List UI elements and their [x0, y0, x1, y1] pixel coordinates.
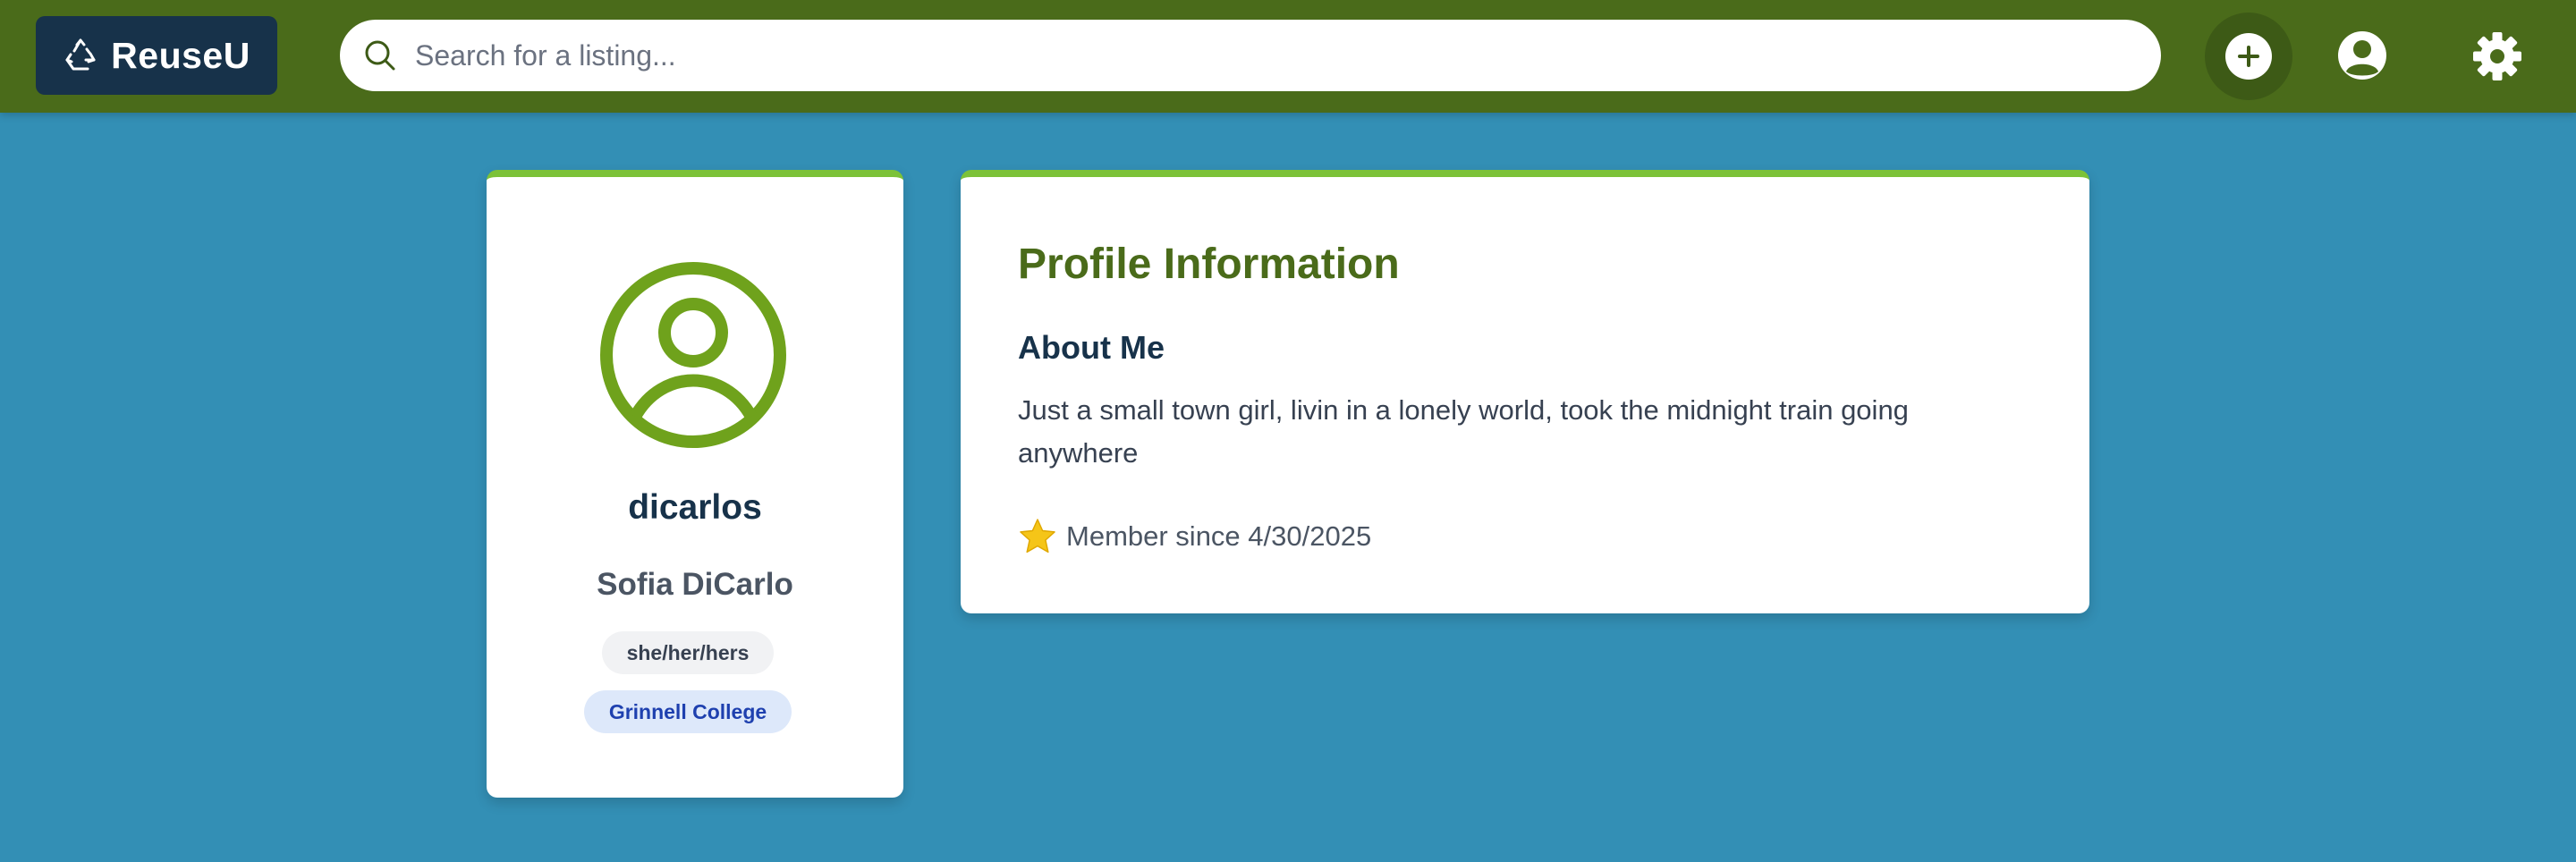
brand-name: ReuseU	[111, 34, 250, 76]
settings-button[interactable]	[2472, 31, 2522, 81]
search-input[interactable]	[413, 28, 2116, 83]
user-circle-icon	[600, 262, 786, 448]
star-icon	[1020, 519, 1055, 554]
profile-summary-card: dicarlos Sofia DiCarlo she/her/hers Grin…	[487, 170, 903, 798]
brand-logo-button[interactable]: ReuseU	[36, 16, 277, 95]
member-since-text: Member since 4/30/2025	[1066, 520, 1372, 552]
about-me-text: Just a small town girl, livin in a lonel…	[1018, 394, 1909, 469]
full-name: Sofia DiCarlo	[597, 567, 793, 602]
pronouns-badge: she/her/hers	[602, 631, 774, 674]
profile-button[interactable]	[2336, 30, 2388, 81]
about-me-heading: About Me	[1018, 329, 1165, 366]
member-since-row: Member since 4/30/2025	[1018, 517, 1371, 556]
username: dicarlos	[628, 488, 762, 527]
user-circle-icon	[2338, 31, 2386, 80]
search-icon	[365, 40, 395, 71]
top-navbar: ReuseU	[0, 0, 2576, 113]
profile-information-card: Profile Information About Me Just a smal…	[961, 170, 2089, 613]
gear-icon	[2473, 32, 2521, 80]
search-bar	[340, 20, 2161, 91]
add-listing-button[interactable]	[2205, 13, 2292, 100]
plus-icon	[2225, 33, 2272, 80]
college-badge: Grinnell College	[584, 690, 792, 733]
section-title: Profile Information	[1018, 241, 1400, 288]
recycle-icon	[65, 38, 96, 71]
